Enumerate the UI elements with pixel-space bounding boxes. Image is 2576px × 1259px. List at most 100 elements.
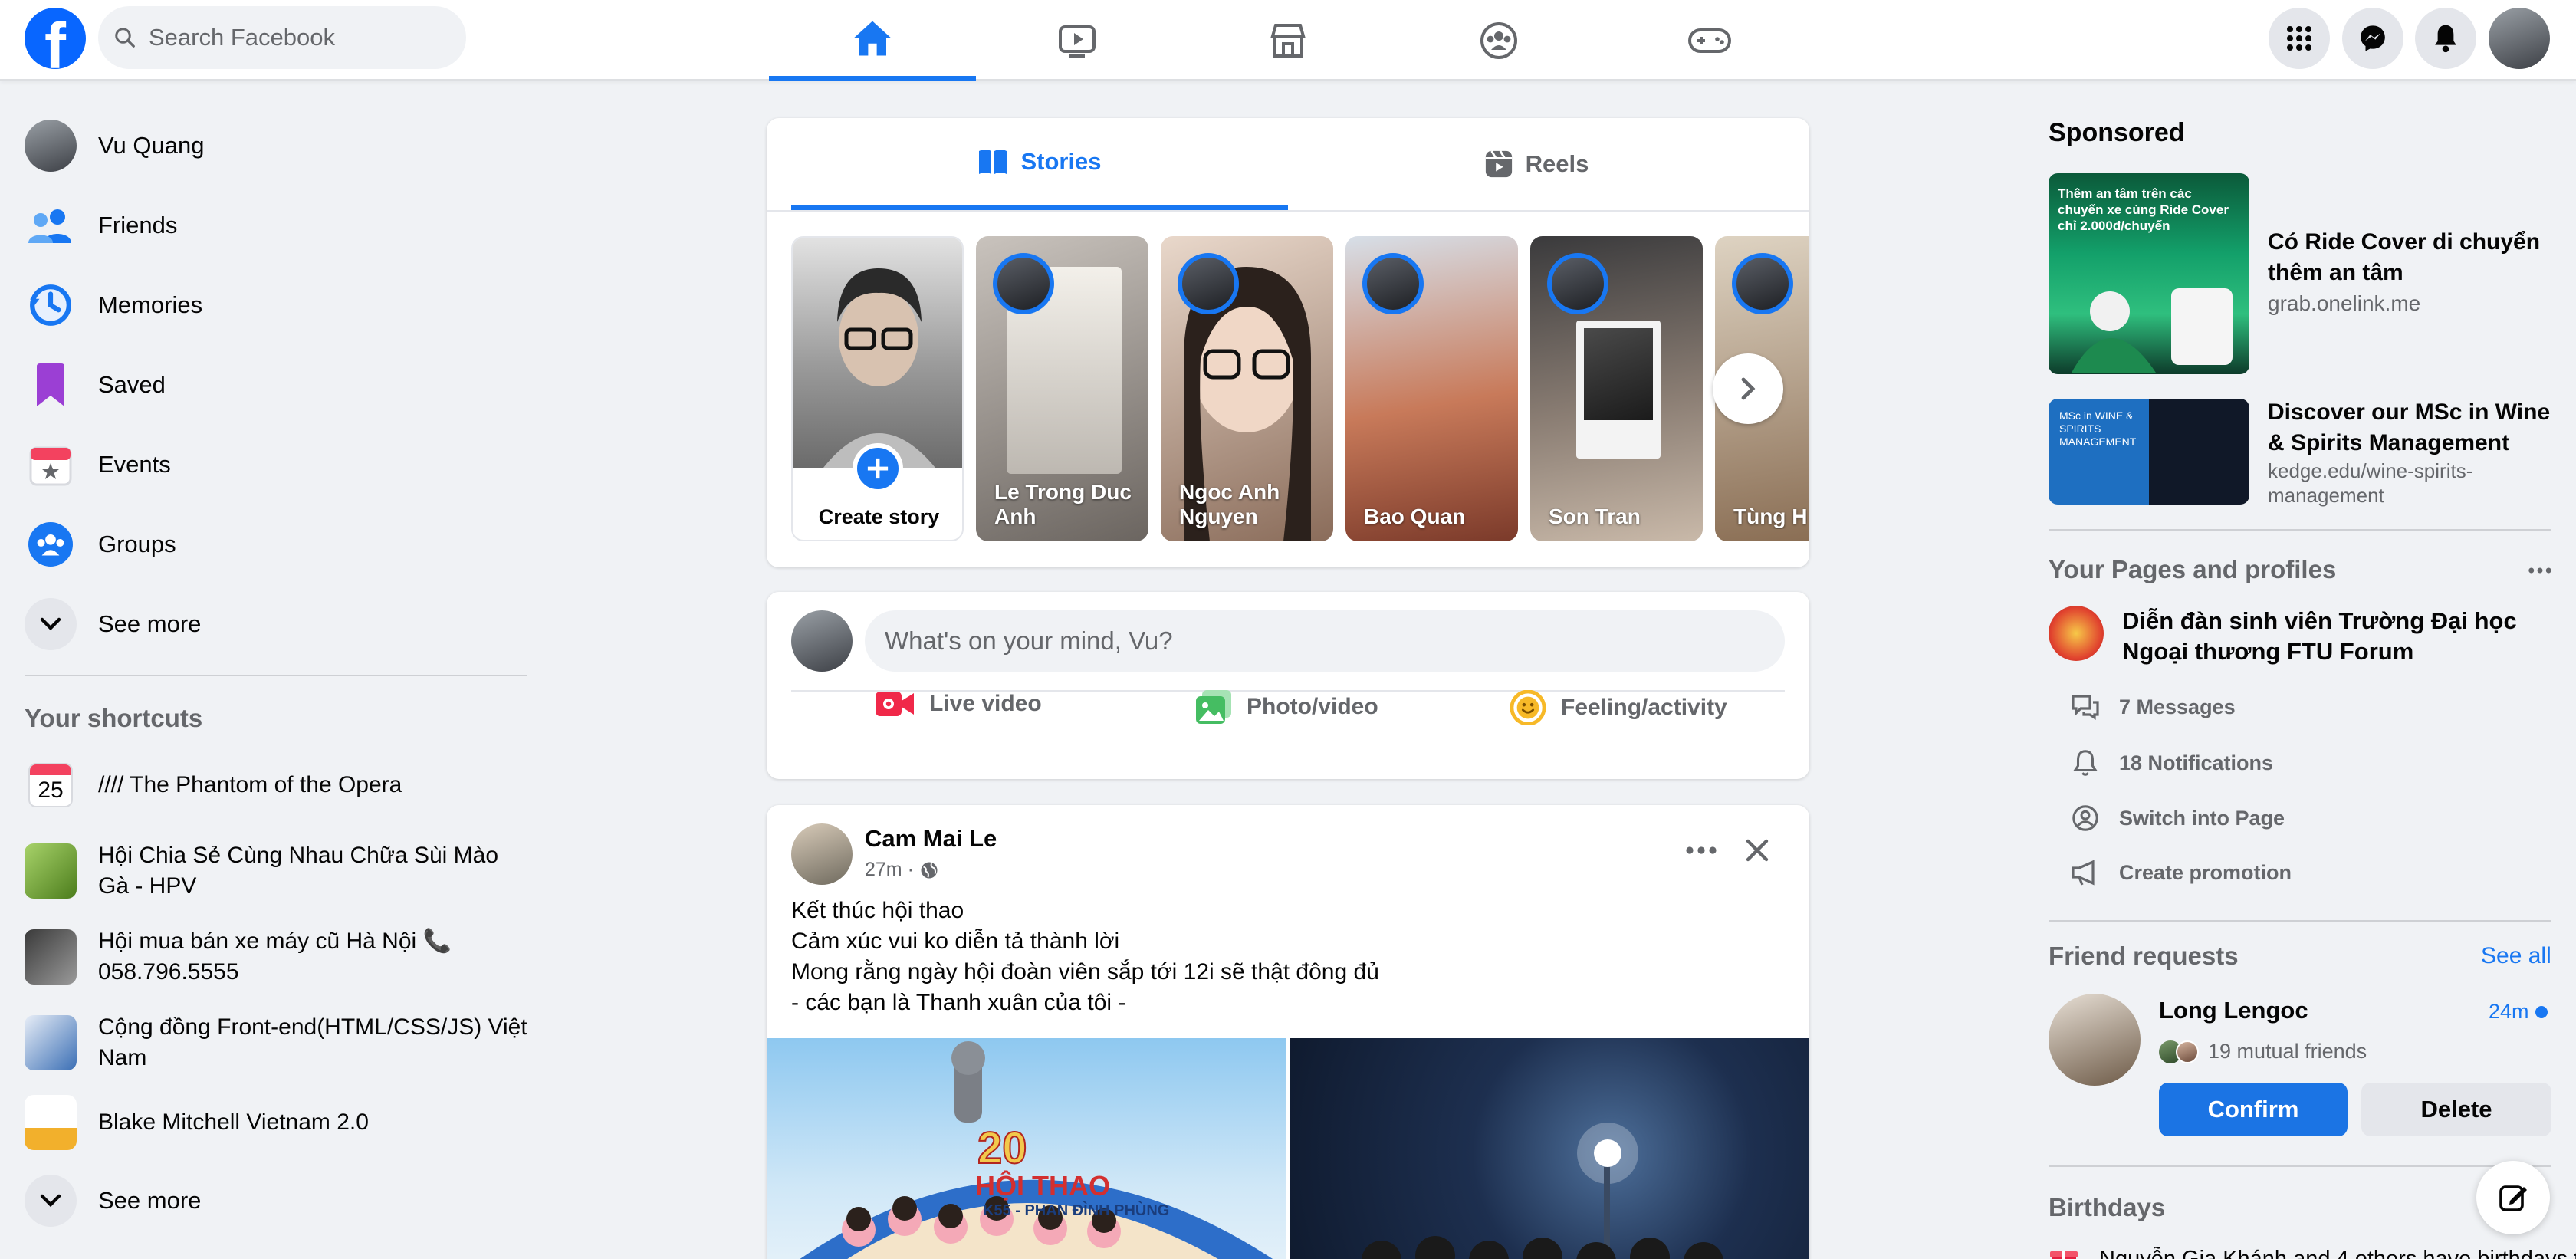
page-messages-link[interactable]: 7 Messages (2070, 693, 2236, 721)
notifications-button[interactable] (2415, 8, 2476, 69)
group-thumbnail (25, 843, 77, 899)
sidebar-item-events[interactable]: Events (25, 429, 171, 500)
profile-switch-icon (2070, 804, 2119, 833)
see-more-button[interactable]: See more (25, 589, 201, 659)
page-avatar (2049, 606, 2104, 661)
sidebar-item-saved[interactable]: Saved (25, 350, 166, 420)
post-author-avatar[interactable] (791, 823, 853, 885)
mutual-friends-label: 19 mutual friends (2208, 1040, 2367, 1063)
tab-marketplace[interactable] (1184, 0, 1392, 81)
ad-item[interactable]: Thêm an tâm trên các chuyến xe cùng Ride… (2049, 173, 2551, 376)
post-time[interactable]: 27m · (865, 859, 914, 881)
gaming-icon (1688, 25, 1731, 56)
request-name[interactable]: Long Lengoc (2159, 997, 2308, 1024)
sidebar-profile[interactable]: Vu Quang (25, 110, 204, 181)
post-author-name[interactable]: Cam Mai Le (865, 825, 997, 853)
tab-watch[interactable] (974, 0, 1181, 81)
post-photo-2[interactable] (1290, 1038, 1809, 1259)
birthday-item[interactable]: Nguyễn Gia Khánh and 4 others have birth… (2049, 1244, 2576, 1259)
post-photo-1[interactable]: 20 HỘI THAO K55 - PHAN ĐÌNH PHÙNG (767, 1038, 1286, 1259)
create-story-card[interactable]: Create story (791, 236, 964, 541)
stories-next-button[interactable] (1713, 353, 1783, 424)
shortcuts-see-more-button[interactable]: See more (25, 1165, 201, 1236)
messenger-button[interactable] (2342, 8, 2404, 69)
tab-gaming[interactable] (1606, 0, 1813, 81)
see-all-link[interactable]: See all (2481, 943, 2551, 969)
tab-stories[interactable]: Stories (791, 118, 1288, 210)
megaphone-icon (2070, 859, 2119, 886)
account-avatar[interactable] (2489, 8, 2550, 69)
smiley-icon (1510, 690, 1561, 725)
post-options-button[interactable] (1676, 831, 1727, 869)
birthday-text: Nguyễn Gia Khánh and 4 others have birth… (2099, 1246, 2576, 1259)
story-name: Ngoc Anh Nguyen (1179, 480, 1280, 528)
photo-video-button[interactable]: Photo/video (1196, 690, 1378, 724)
shortcut-item[interactable]: Blake Mitchell Vietnam 2.0 (25, 1087, 527, 1158)
composer-avatar[interactable] (791, 610, 853, 672)
story-card[interactable]: Le Trong Duc Anh (976, 236, 1148, 541)
gift-icon (2049, 1244, 2079, 1259)
delete-button[interactable]: Delete (2361, 1083, 2551, 1136)
tab-groups[interactable] (1395, 0, 1602, 81)
request-avatar[interactable] (2049, 994, 2141, 1086)
switch-into-page-link[interactable]: Switch into Page (2070, 804, 2285, 833)
shortcut-item[interactable]: Hội Chia Sẻ Cùng Nhau Chữa Sùi Mào Gà - … (25, 831, 527, 911)
page-notifications-link[interactable]: 18 Notifications (2070, 748, 2273, 777)
pages-options-button[interactable] (2522, 557, 2558, 584)
friends-icon (25, 199, 77, 251)
story-avatar (1732, 253, 1793, 314)
book-icon (978, 148, 1008, 176)
right-divider (2049, 529, 2551, 531)
tab-label: Reels (1525, 150, 1589, 177)
confirm-button[interactable]: Confirm (2159, 1083, 2348, 1136)
photo-banner-subtext: K55 - PHAN ĐÌNH PHÙNG (983, 1202, 1170, 1219)
right-divider (2049, 1165, 2551, 1167)
sidebar-item-memories[interactable]: Memories (25, 270, 202, 340)
more-horizontal-icon (1686, 846, 1717, 854)
chevron-down-icon (25, 1175, 77, 1227)
page-name: Diễn đàn sinh viên Trường Đại học Ngoại … (2122, 607, 2517, 665)
reels-icon (1484, 150, 1513, 179)
post-hide-button[interactable] (1734, 831, 1780, 869)
facebook-logo[interactable]: f (25, 8, 86, 69)
shortcut-item[interactable]: 25 //// The Phantom of the Opera (25, 750, 527, 820)
top-navigation-bar: f (0, 0, 2576, 81)
chevron-down-icon (25, 598, 77, 650)
ad-item[interactable]: MSc in WINE & SPIRITS MANAGEMENT Discove… (2049, 397, 2551, 512)
shortcut-item[interactable]: Hội mua bán xe máy cũ Hà Nội 📞 058.796.5… (25, 917, 527, 997)
new-message-button[interactable] (2476, 1161, 2550, 1234)
sidebar-item-label: Groups (98, 531, 176, 557)
search-input[interactable] (149, 24, 440, 51)
ad-thumbnail: Thêm an tâm trên các chuyến xe cùng Ride… (2049, 173, 2249, 374)
story-card[interactable]: Ngoc Anh Nguyen (1161, 236, 1333, 541)
birthdays-title: Birthdays (2049, 1193, 2166, 1221)
create-promotion-link[interactable]: Create promotion (2070, 859, 2292, 886)
tab-home[interactable] (769, 0, 976, 81)
story-card[interactable]: Bao Quan (1346, 236, 1518, 541)
shortcut-label: Cộng đồng Front-end(HTML/CSS/JS) Việt Na… (98, 1014, 527, 1070)
ad-url: kedge.edu/wine-spirits-management (2268, 459, 2473, 507)
sidebar-item-friends[interactable]: Friends (25, 190, 177, 261)
story-card[interactable]: Son Tran (1530, 236, 1703, 541)
menu-button[interactable] (2269, 8, 2330, 69)
sidebar-item-groups[interactable]: Groups (25, 509, 176, 580)
tab-reels[interactable]: Reels (1288, 118, 1785, 210)
memories-icon (25, 279, 77, 331)
shortcut-item[interactable]: Cộng đồng Front-end(HTML/CSS/JS) Việt Na… (25, 1003, 527, 1083)
post-card: Cam Mai Le 27m · Kết thúc hội thao Cảm x… (767, 805, 1809, 1259)
chat-icon (2070, 693, 2119, 721)
ad-thumbnail-text: Thêm an tâm trên các chuyến xe cùng Ride… (2058, 186, 2229, 233)
saved-icon (25, 359, 77, 411)
composer-card: What's on your mind, Vu? (767, 592, 1809, 779)
plus-icon[interactable] (853, 443, 903, 494)
request-time-label: 24m (2489, 1000, 2529, 1023)
feeling-activity-button[interactable]: Feeling/activity (1510, 690, 1727, 725)
composer-input[interactable]: What's on your mind, Vu? (865, 610, 1785, 672)
bell-icon (2432, 24, 2459, 53)
page-item[interactable]: Diễn đàn sinh viên Trường Đại học Ngoại … (2049, 606, 2551, 679)
group-thumbnail (25, 1095, 77, 1150)
live-video-button[interactable]: Live video (876, 690, 1042, 718)
story-avatar (1547, 253, 1608, 314)
search-box[interactable] (98, 6, 466, 69)
shortcut-label: Hội mua bán xe máy cũ Hà Nội 📞 058.796.5… (98, 929, 452, 985)
